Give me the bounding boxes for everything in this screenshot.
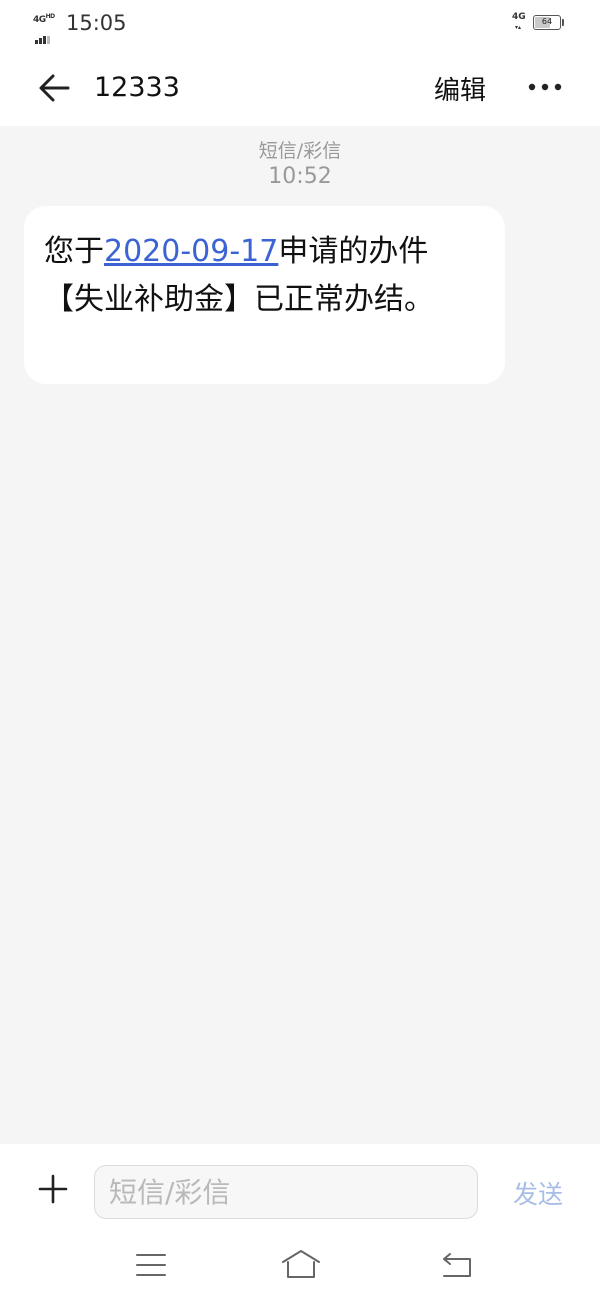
more-button[interactable] bbox=[520, 72, 570, 102]
nav-menu-button[interactable] bbox=[134, 1252, 168, 1278]
date-link[interactable]: 2020-09-17 bbox=[104, 234, 278, 269]
battery-tip bbox=[562, 19, 564, 26]
app-bar: 12333 编辑 bbox=[0, 50, 600, 126]
attach-button[interactable] bbox=[38, 1174, 68, 1204]
menu-icon bbox=[136, 1254, 166, 1276]
cellular-signal-icon: 4GHD bbox=[33, 13, 61, 44]
send-button[interactable]: 发送 bbox=[513, 1175, 563, 1211]
message-type-label: 短信/彩信 bbox=[258, 140, 342, 162]
more-horizontal-icon bbox=[528, 83, 562, 91]
message-timestamp: 10:52 bbox=[268, 164, 332, 189]
signal-label: 4G bbox=[33, 15, 46, 25]
back-button[interactable] bbox=[34, 70, 74, 106]
compose-bar: 发送 bbox=[0, 1144, 600, 1300]
battery-icon: 64 bbox=[533, 15, 561, 30]
message-text-before: 您于 bbox=[44, 234, 104, 269]
signal-hd-label: HD bbox=[45, 13, 56, 20]
status-bar: 4GHD 15:05 4G ▾▴ 64 bbox=[0, 0, 600, 50]
nav-home-button[interactable] bbox=[280, 1248, 322, 1280]
message-bubble[interactable]: 您于2020-09-17申请的办件【失业补助金】已正常办结。 bbox=[24, 206, 505, 384]
message-input[interactable] bbox=[94, 1165, 478, 1219]
plus-icon bbox=[38, 1174, 68, 1204]
arrow-left-icon bbox=[39, 74, 70, 102]
message-text: 您于2020-09-17申请的办件【失业补助金】已正常办结。 bbox=[44, 228, 465, 324]
data-activity-icon: ▾▴ bbox=[515, 24, 522, 31]
back-icon bbox=[443, 1253, 471, 1277]
battery-level-label: 64 bbox=[541, 17, 553, 26]
contact-title: 12333 bbox=[94, 72, 180, 103]
status-time: 15:05 bbox=[66, 11, 127, 35]
edit-button[interactable]: 编辑 bbox=[434, 70, 486, 107]
network-type-label: 4G bbox=[512, 12, 526, 22]
nav-back-button[interactable] bbox=[440, 1250, 474, 1280]
home-icon bbox=[282, 1250, 320, 1278]
